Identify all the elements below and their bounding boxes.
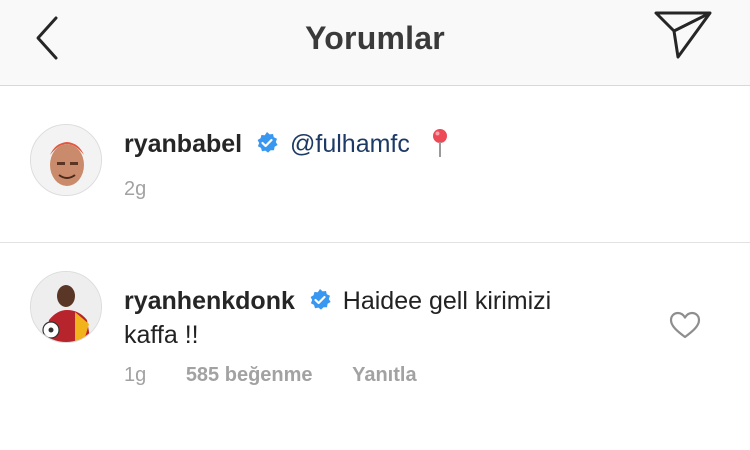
- caption-timestamp: 2g: [124, 178, 147, 200]
- username[interactable]: ryanhenkdonk: [124, 287, 295, 315]
- avatar-image: [31, 272, 101, 342]
- mention-link[interactable]: @fulhamfc: [290, 130, 410, 158]
- like-button[interactable]: [668, 310, 702, 340]
- cutoff-text-fragment: [202, 428, 402, 450]
- comment-text-continued: kaffa !!: [124, 321, 199, 349]
- send-direct-icon: [654, 11, 712, 59]
- username[interactable]: ryanbabel: [124, 130, 242, 158]
- heart-icon: [669, 311, 701, 339]
- comment-text: Haidee gell kirimizi: [342, 287, 552, 315]
- post-caption: ryanbabel @fulhamfc 2g: [0, 87, 750, 243]
- comment-line-1: ryanhenkdonk Haidee gell kirimizi: [124, 284, 551, 318]
- send-direct-button[interactable]: [652, 8, 714, 60]
- verified-badge-icon: [257, 132, 278, 153]
- avatar-image: [31, 125, 101, 195]
- caption-line: ryanbabel @fulhamfc: [124, 127, 449, 161]
- view-replies-cutoff[interactable]: [202, 428, 402, 450]
- reply-button[interactable]: Yanıtla: [352, 364, 416, 386]
- pin-icon: [432, 129, 447, 157]
- avatar[interactable]: [30, 271, 102, 343]
- top-bar: Yorumlar: [0, 0, 750, 86]
- comment-timestamp: 1g: [124, 364, 147, 386]
- verified-badge-icon: [310, 289, 331, 310]
- like-count[interactable]: 585 beğenme: [186, 364, 313, 386]
- page-title: Yorumlar: [305, 20, 445, 56]
- comment-meta: 1g 585 beğenme Yanıtla: [124, 364, 451, 387]
- comment-item: ryanhenkdonk Haidee gell kirimizi kaffa …: [0, 244, 750, 450]
- avatar[interactable]: [30, 124, 102, 196]
